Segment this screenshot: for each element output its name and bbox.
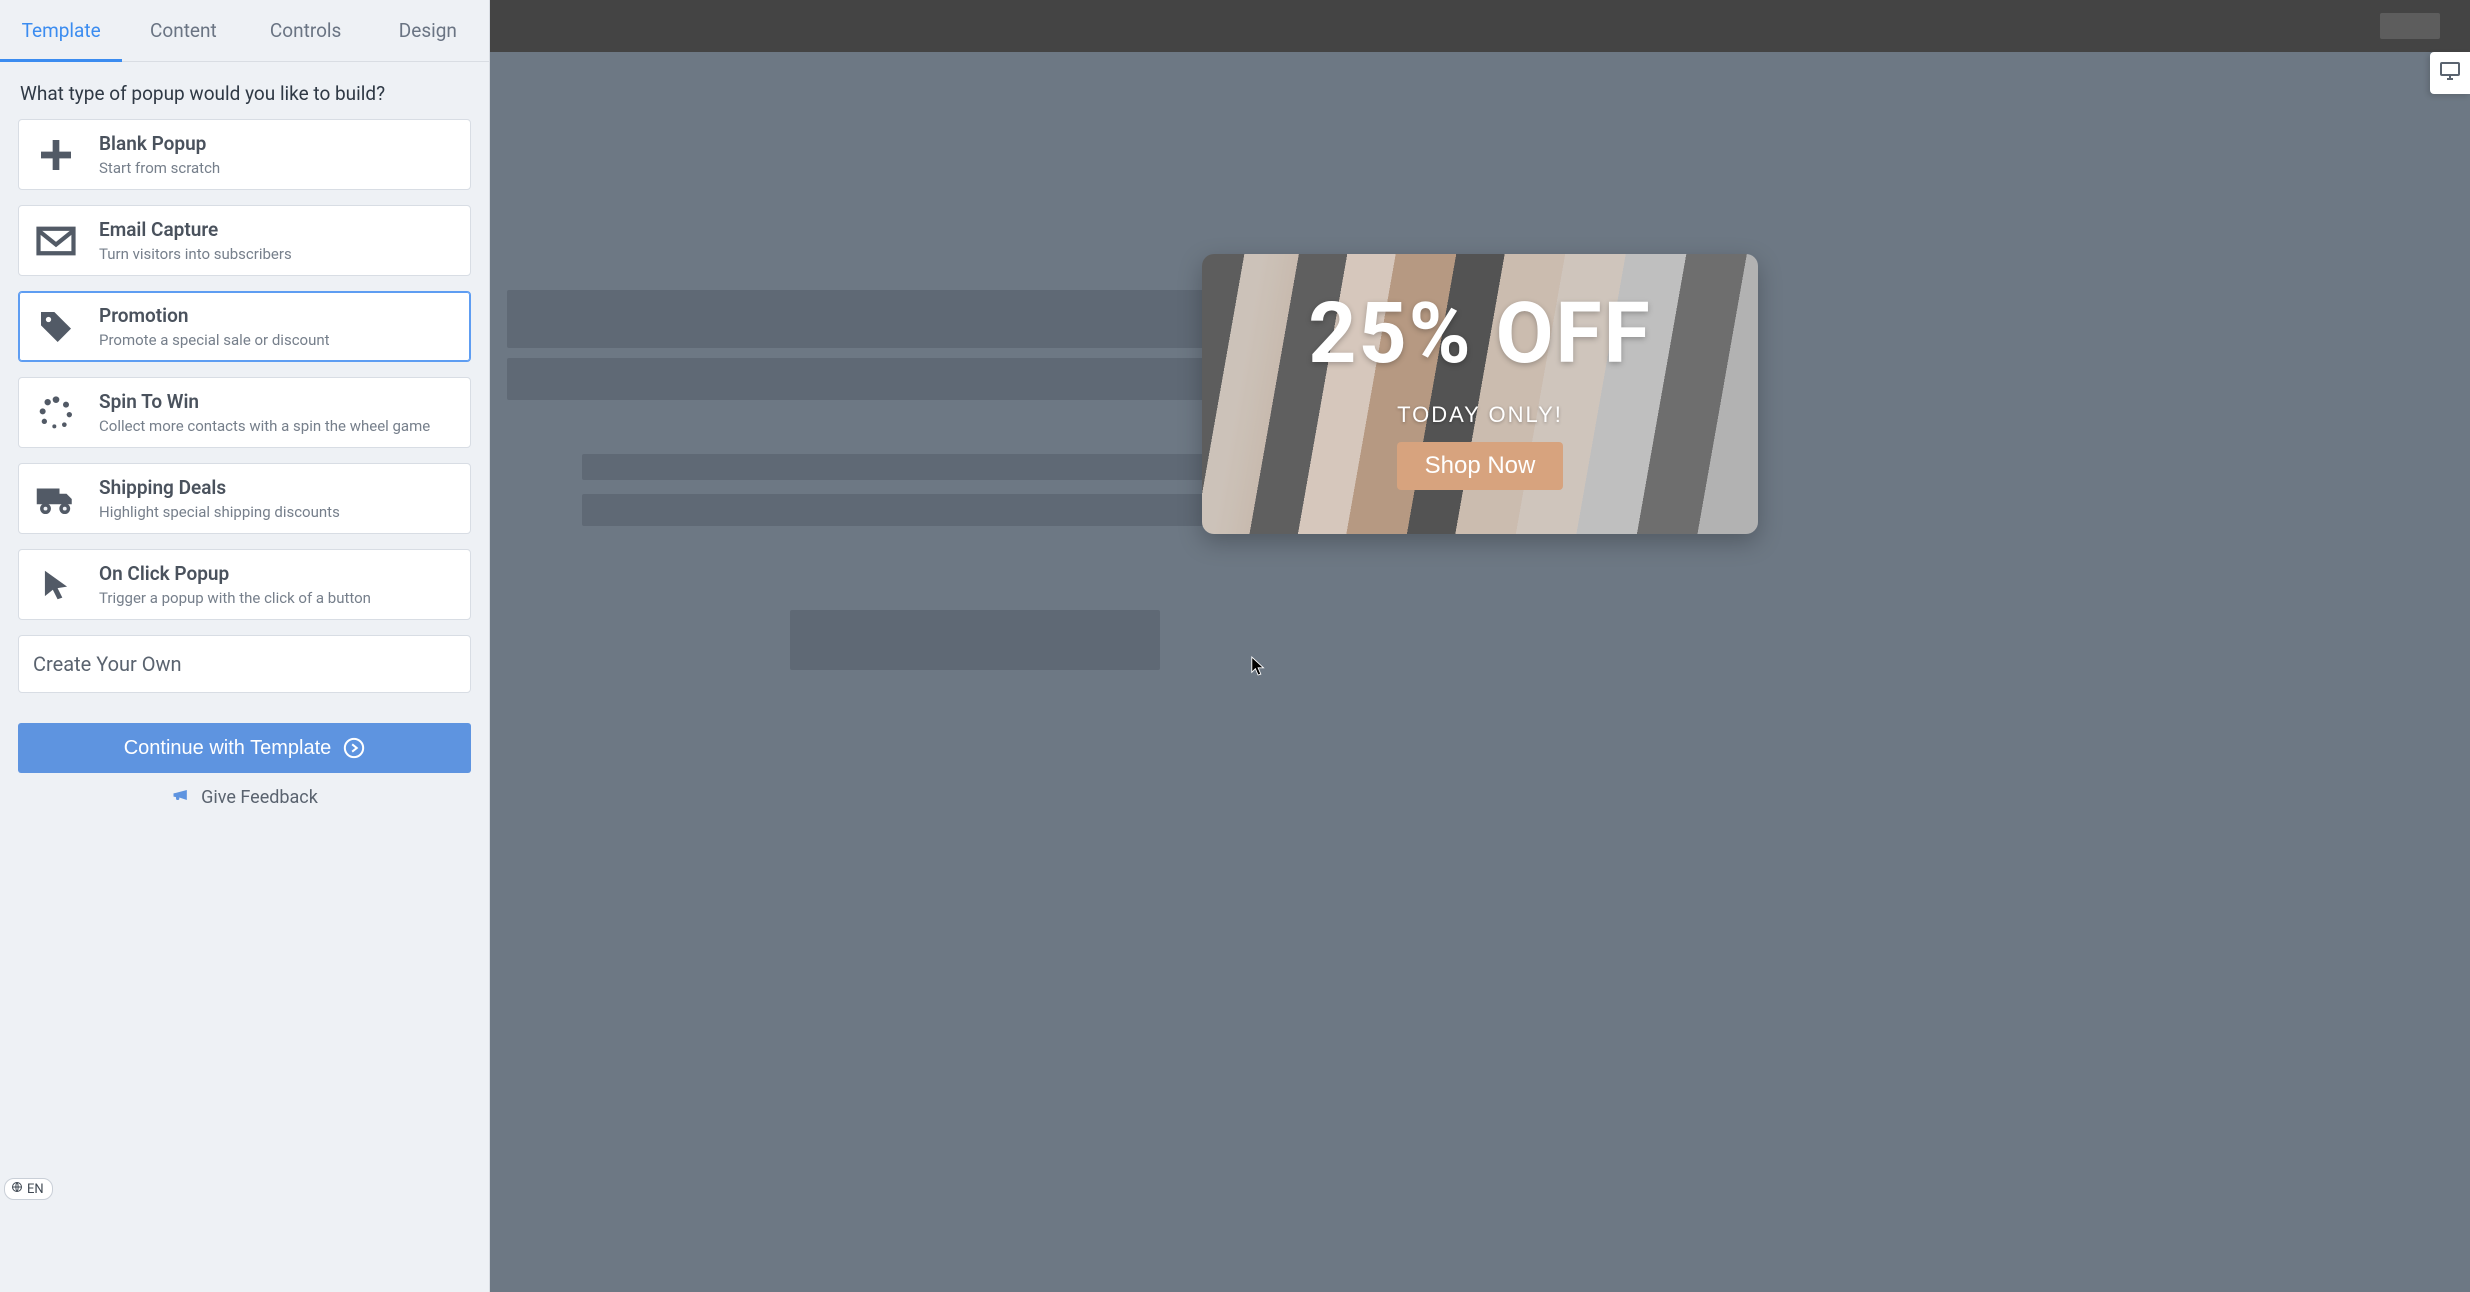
option-desc: Highlight special shipping discounts bbox=[99, 503, 340, 521]
option-desc: Trigger a popup with the click of a butt… bbox=[99, 589, 371, 607]
tab-bar: Template Content Controls Design bbox=[0, 0, 489, 62]
option-title: Blank Popup bbox=[99, 132, 220, 155]
option-on-click-popup[interactable]: On Click Popup Trigger a popup with the … bbox=[18, 549, 471, 620]
tab-template[interactable]: Template bbox=[0, 0, 122, 61]
language-selector[interactable]: EN bbox=[4, 1178, 53, 1200]
template-panel: What type of popup would you like to bui… bbox=[0, 62, 489, 820]
cursor-icon bbox=[35, 564, 77, 606]
option-title: On Click Popup bbox=[99, 562, 371, 585]
option-desc: Turn visitors into subscribers bbox=[99, 245, 292, 263]
continue-label: Continue with Template bbox=[124, 737, 332, 760]
placeholder-block bbox=[790, 610, 1160, 670]
option-title: Spin To Win bbox=[99, 390, 430, 413]
editor-sidebar: Template Content Controls Design What ty… bbox=[0, 0, 490, 1292]
tab-design[interactable]: Design bbox=[367, 0, 489, 61]
popup-headline: 25% OFF bbox=[1308, 292, 1651, 376]
preview-canvas: 25% OFF TODAY ONLY! Shop Now bbox=[490, 0, 2470, 1292]
preview-top-bar bbox=[490, 0, 2470, 52]
option-email-capture[interactable]: Email Capture Turn visitors into subscri… bbox=[18, 205, 471, 276]
globe-icon bbox=[11, 1181, 23, 1197]
tag-icon bbox=[35, 306, 77, 348]
option-title: Shipping Deals bbox=[99, 476, 340, 499]
option-title: Promotion bbox=[99, 304, 330, 327]
plus-icon bbox=[35, 134, 77, 176]
create-your-own[interactable]: Create Your Own bbox=[18, 635, 471, 693]
megaphone-icon bbox=[171, 785, 191, 810]
envelope-icon bbox=[35, 220, 77, 262]
device-desktop-toggle[interactable] bbox=[2430, 52, 2470, 94]
arrow-right-circle-icon bbox=[343, 737, 365, 759]
spinner-icon bbox=[35, 392, 77, 434]
popup-cta-button[interactable]: Shop Now bbox=[1397, 442, 1564, 490]
option-desc: Promote a special sale or discount bbox=[99, 331, 330, 349]
option-promotion[interactable]: Promotion Promote a special sale or disc… bbox=[18, 291, 471, 362]
tab-controls[interactable]: Controls bbox=[245, 0, 367, 61]
popup-type-options: Blank Popup Start from scratch Email Cap… bbox=[18, 119, 471, 693]
desktop-icon bbox=[2438, 59, 2462, 87]
option-blank-popup[interactable]: Blank Popup Start from scratch bbox=[18, 119, 471, 190]
option-spin-to-win[interactable]: Spin To Win Collect more contacts with a… bbox=[18, 377, 471, 448]
truck-icon bbox=[35, 478, 77, 520]
give-feedback-link[interactable]: Give Feedback bbox=[18, 785, 471, 820]
tab-content[interactable]: Content bbox=[122, 0, 244, 61]
panel-prompt: What type of popup would you like to bui… bbox=[20, 82, 469, 105]
feedback-label: Give Feedback bbox=[201, 787, 318, 808]
option-shipping-deals[interactable]: Shipping Deals Highlight special shippin… bbox=[18, 463, 471, 534]
popup-subline: TODAY ONLY! bbox=[1397, 402, 1563, 428]
popup-preview: 25% OFF TODAY ONLY! Shop Now bbox=[1202, 254, 1758, 534]
mouse-cursor-icon bbox=[1250, 655, 1268, 677]
language-label: EN bbox=[27, 1182, 44, 1197]
option-desc: Start from scratch bbox=[99, 159, 220, 177]
top-bar-placeholder bbox=[2380, 13, 2440, 39]
option-desc: Collect more contacts with a spin the wh… bbox=[99, 417, 430, 435]
continue-with-template-button[interactable]: Continue with Template bbox=[18, 723, 471, 773]
option-title: Email Capture bbox=[99, 218, 292, 241]
